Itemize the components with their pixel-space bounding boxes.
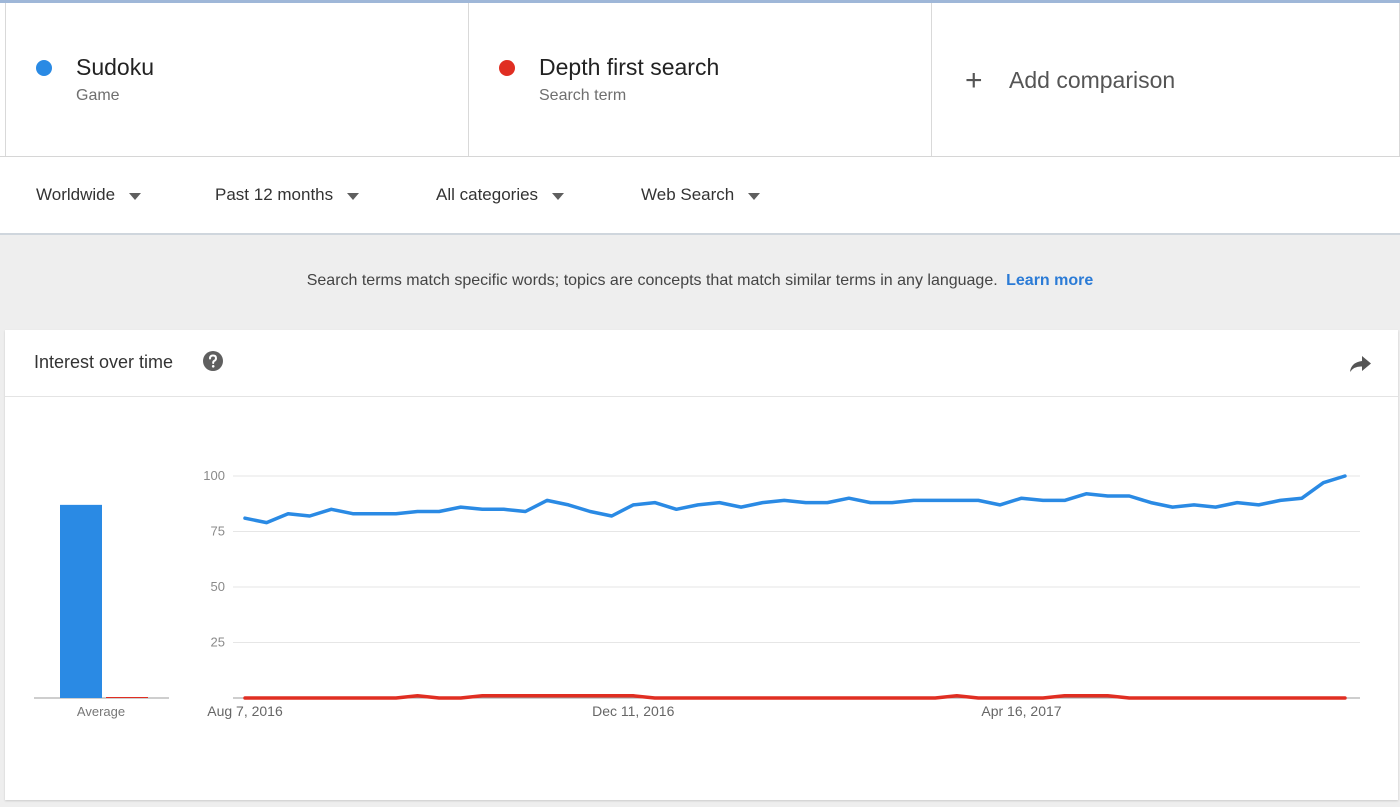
interest-chart: Average 25 50 75 100 Aug 7, 2016 Dec 11, 201… [34, 468, 1360, 719]
dropdown-arrow-icon [347, 192, 360, 200]
term-name: Sudoku [76, 54, 155, 80]
category-dropdown[interactable]: All categories [436, 185, 565, 205]
x-tick-label: Dec 11, 2016 [592, 703, 674, 719]
card-title: Interest over time [34, 352, 174, 372]
time-range-dropdown[interactable]: Past 12 months [215, 185, 360, 205]
dropdown-arrow-icon [129, 192, 142, 200]
dropdown-arrow-icon [552, 192, 565, 200]
time-range-label: Past 12 months [215, 185, 334, 204]
term-color-dot [36, 60, 52, 76]
term-color-dot [499, 60, 515, 76]
dropdown-arrow-icon [748, 192, 761, 200]
term-type: Search term [539, 87, 627, 104]
share-arrow-icon[interactable] [1348, 354, 1372, 374]
average-label: Average [77, 704, 125, 719]
comparison-terms-bar: Sudoku Game Depth first search Search te… [0, 3, 1400, 157]
search-type-label: Web Search [641, 185, 735, 204]
term-card-sudoku[interactable]: Sudoku Game [5, 3, 468, 156]
filter-bar: Worldwide Past 12 months All categories … [0, 157, 1400, 235]
y-tick-label: 100 [203, 468, 225, 483]
y-tick-label: 50 [211, 579, 225, 594]
term-card-depth-first-search[interactable]: Depth first search Search term [468, 3, 931, 156]
x-tick-label: Aug 7, 2016 [207, 703, 283, 719]
average-chart: Average [34, 504, 169, 719]
question-circle-icon[interactable] [202, 350, 224, 372]
term-name: Depth first search [539, 54, 720, 80]
region-dropdown[interactable]: Worldwide [36, 185, 142, 205]
average-bar-depth-first-search [106, 697, 148, 698]
search-terms-notice: Search terms match specific words; topic… [0, 272, 1400, 290]
chart-gridlines [233, 475, 1360, 699]
learn-more-link[interactable]: Learn more [1006, 272, 1093, 289]
search-type-dropdown[interactable]: Web Search [641, 185, 761, 205]
region-label: Worldwide [36, 185, 116, 204]
plus-icon: + [965, 63, 983, 97]
y-tick-label: 75 [211, 524, 225, 539]
series-line-depth-first-search [243, 694, 1347, 700]
add-comparison-label: Add comparison [1009, 67, 1176, 93]
x-tick-label: Apr 16, 2017 [981, 703, 1061, 719]
interest-over-time-card: Interest over time Average 25 50 75 100 Aug… [5, 330, 1398, 800]
x-axis-ticks: Aug 7, 2016 Dec 11, 2016 Apr 16, 2017 [207, 703, 1062, 719]
term-type: Game [76, 87, 120, 104]
y-tick-label: 25 [211, 635, 225, 650]
category-label: All categories [436, 185, 539, 204]
average-bar-sudoku [60, 504, 102, 698]
notice-text: Search terms match specific words; topic… [306, 272, 998, 289]
add-comparison-card: + Add comparison [931, 3, 1400, 156]
y-axis-ticks: 25 50 75 100 [203, 468, 225, 650]
card-header: Interest over time [5, 330, 1398, 397]
add-comparison-button[interactable]: + Add comparison [965, 63, 1176, 97]
series-line-sudoku [243, 474, 1347, 525]
